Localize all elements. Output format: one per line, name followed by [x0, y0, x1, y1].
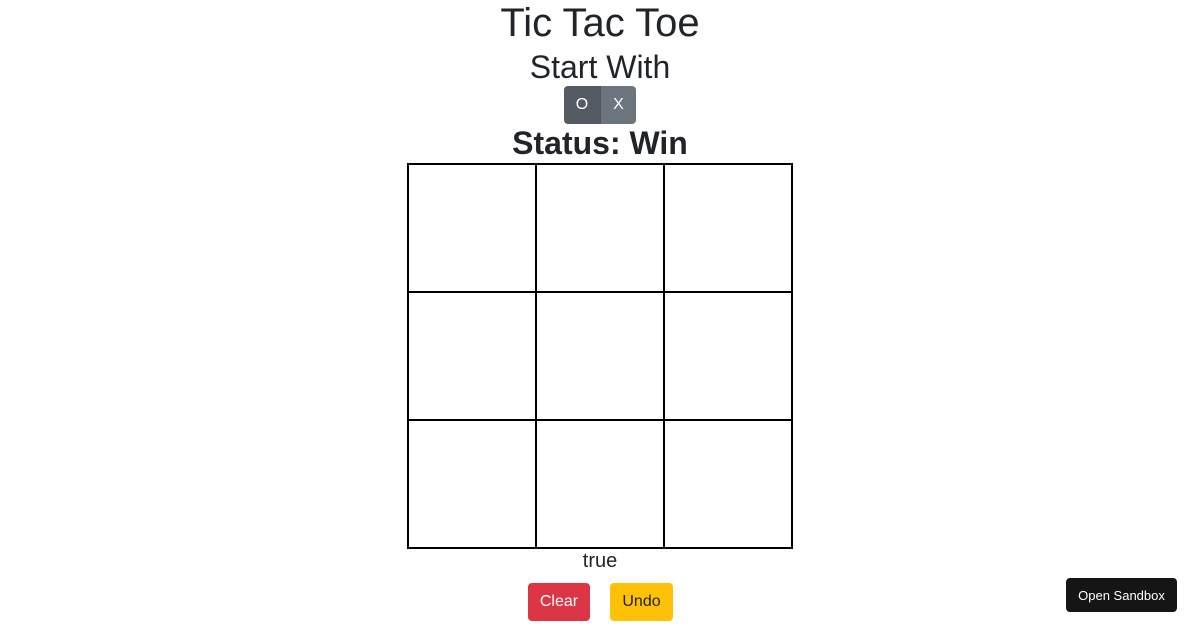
- game-status: Status: Win: [512, 125, 688, 161]
- board-cell-5[interactable]: [665, 293, 793, 421]
- tic-tac-toe-app: Tic Tac Toe Start With O X Status: Win t…: [0, 0, 1200, 630]
- game-board: [407, 163, 793, 549]
- board-cell-2[interactable]: [665, 165, 793, 293]
- debug-flag-text: true: [582, 550, 618, 572]
- board-cell-8[interactable]: [665, 421, 793, 549]
- board-cell-4[interactable]: [537, 293, 665, 421]
- board-cell-1[interactable]: [537, 165, 665, 293]
- start-player-toggle: O X: [564, 86, 636, 124]
- board-cell-7[interactable]: [537, 421, 665, 549]
- start-with-o-button[interactable]: O: [564, 86, 601, 124]
- board-cell-0[interactable]: [409, 165, 537, 293]
- clear-button[interactable]: Clear: [528, 583, 590, 621]
- board-cell-6[interactable]: [409, 421, 537, 549]
- undo-button[interactable]: Undo: [610, 583, 673, 621]
- board-cell-3[interactable]: [409, 293, 537, 421]
- open-sandbox-button[interactable]: Open Sandbox: [1066, 578, 1177, 612]
- start-with-x-button[interactable]: X: [601, 86, 636, 124]
- page-title: Tic Tac Toe: [500, 1, 700, 45]
- start-with-label: Start With: [529, 49, 671, 85]
